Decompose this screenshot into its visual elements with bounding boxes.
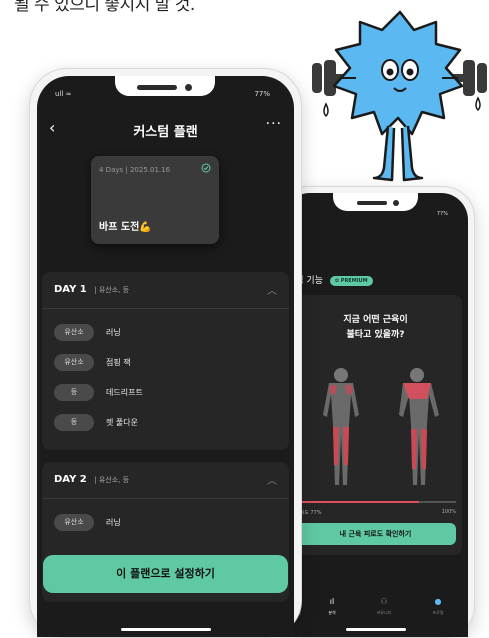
premium-badge: ✿ PREMIUM [329,275,373,286]
nav-label: 분석 [328,610,336,615]
page-title: 커스텀 플랜 [133,125,198,140]
exercise-name: 점핑 잭 [106,358,131,367]
day-label: DAY 2 [54,474,87,485]
left-screen: ull ≈ 77% ‹ 커스텀 플랜 ··· 4 Days | 2025.01.… [37,76,294,637]
phone-right: 77% 석 미엄 기능 ✿ PREMIUM 지금 어떤 근육이 불타고 있을까? [276,186,475,638]
people-icon: ⚇ [380,597,388,606]
home-indicator [120,628,211,631]
recovery-right-label: 100% [441,509,456,515]
nav-item-community[interactable]: ⚇ 커뮤니티 [369,597,399,616]
signal-wifi-status: ull ≈ [55,90,72,98]
front-body-figure [323,368,359,485]
plan-name: 바프 도전💪 [99,222,152,233]
speaker [137,85,177,90]
nav-label: 커뮤니티 [376,610,392,615]
exercise-tag: 등 [54,414,94,431]
check-fatigue-button[interactable]: 내 근육 피로도 확인하기 [295,523,456,545]
fatigue-question: 지금 어떤 근육이 불타고 있을까? [289,313,462,343]
recovery-progress-track [295,501,456,503]
check-circle-icon [201,163,211,173]
nav-label: 프로필 [432,610,444,615]
day-targets: | 유산소, 등 [94,286,130,294]
top-caption: 될 수 있으니 좋지지 말 것. [14,0,195,15]
bar-chart-icon: ıl [329,597,335,606]
profile-icon: ● [434,597,442,606]
exercise-name: 렛 풀다운 [106,418,138,427]
camera [185,84,192,91]
divider [42,308,289,309]
chevron-up-icon[interactable]: ︿ [267,472,277,487]
muscle-body-figures [323,368,439,485]
day-2-header[interactable]: DAY 2 | 유산소, 등 [54,474,129,485]
camera [393,200,399,206]
plan-meta: 4 Days | 2025.01.16 [99,166,171,174]
muscle-fatigue-card: 지금 어떤 근육이 불타고 있을까? 회복도 77% 100% 내 근육 피로도… [289,295,462,555]
set-plan-button[interactable]: 이 플랜으로 설정하기 [43,555,288,593]
divider [42,498,289,499]
exercise-tag: 등 [54,384,94,401]
battery-status: 77% [254,90,270,98]
more-options-icon[interactable]: ··· [266,116,282,132]
exercise-name: 러닝 [106,518,121,527]
day-label: DAY 1 [54,284,87,295]
nav-item-analysis[interactable]: ıl 분석 [317,597,347,616]
nav-item-profile[interactable]: ● 프로필 [423,597,453,616]
exercise-name: 러닝 [106,328,121,337]
exercise-tag: 유산소 [54,514,94,531]
bottom-nav: ◦ 운동 ıl 분석 ⚇ 커뮤니티 ● 프로필 [283,597,468,623]
mascot-illustration [312,10,487,182]
exercise-tag: 유산소 [54,354,94,371]
right-screen: 77% 석 미엄 기능 ✿ PREMIUM 지금 어떤 근육이 불타고 있을까? [283,193,468,637]
exercise-name: 데드리프트 [106,388,143,397]
exercise-tag: 유산소 [54,324,94,341]
recovery-progress-fill [295,501,419,503]
chevron-up-icon[interactable]: ︿ [267,282,277,297]
question-line-2: 불타고 있을까? [346,330,405,340]
day-targets: | 유산소, 등 [94,476,130,484]
back-body-figure [399,368,439,485]
day-1-block: DAY 1 | 유산소, 등 ︿ 유산소 러닝 유산소 점핑 잭 등 데드리프트… [42,272,289,450]
plan-card[interactable]: 4 Days | 2025.01.16 바프 도전💪 [91,156,219,244]
speaker [357,201,387,205]
phone-left: ull ≈ 77% ‹ 커스텀 플랜 ··· 4 Days | 2025.01.… [29,68,302,638]
home-indicator [345,628,406,631]
question-line-1: 지금 어떤 근육이 [343,315,408,325]
day-1-header[interactable]: DAY 1 | 유산소, 등 [54,284,129,295]
battery-status: 77% [436,211,448,217]
